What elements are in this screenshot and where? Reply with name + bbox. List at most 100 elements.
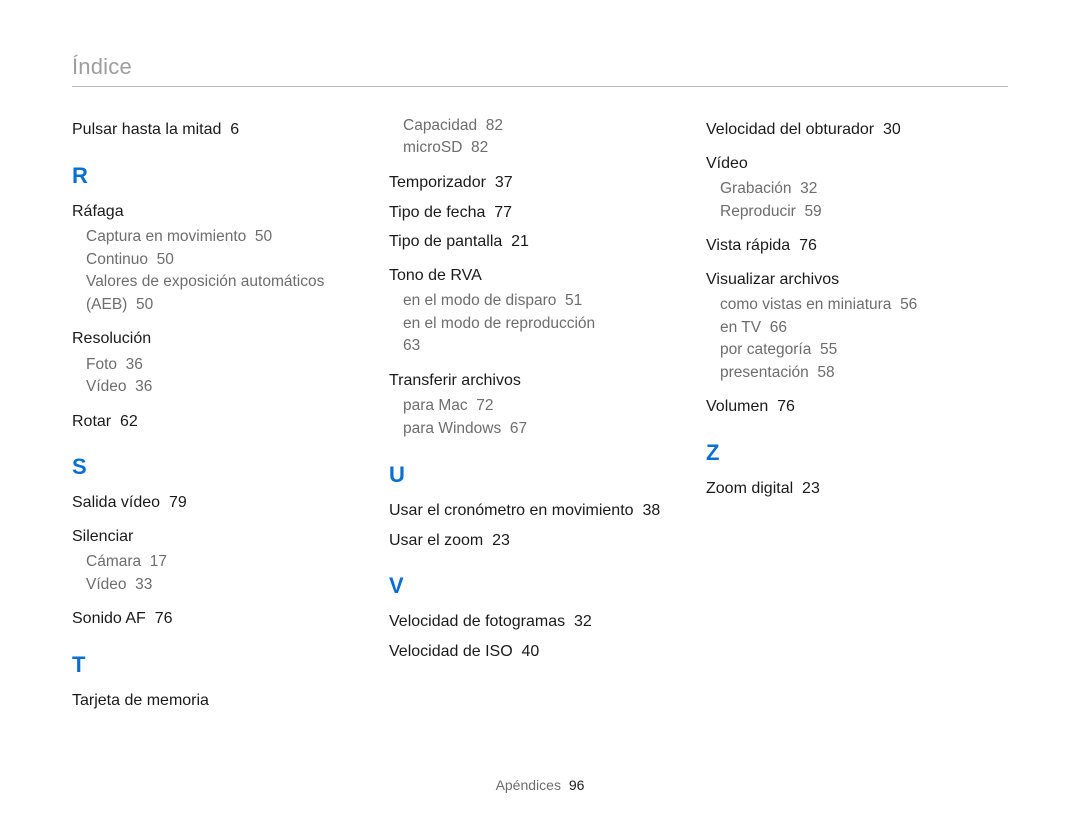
sub-text: en el modo de disparo (403, 292, 556, 309)
index-entry: Silenciar (72, 526, 347, 548)
sub-page: 56 (900, 296, 917, 313)
page-footer: Apéndices 96 (0, 777, 1080, 793)
section-letter-z: Z (706, 440, 981, 466)
index-subentry: microSD 82 (403, 137, 664, 159)
sub-page: 55 (820, 341, 837, 358)
sub-page: 59 (804, 203, 821, 220)
entry-text: Transferir archivos (389, 372, 521, 389)
entry-page: 76 (155, 610, 173, 627)
sub-page: 82 (471, 139, 488, 156)
column-1: Pulsar hasta la mitad 6 R Ráfaga Captura… (72, 111, 347, 724)
entry-page: 77 (494, 204, 512, 221)
entry-text: Tono de RVA (389, 267, 482, 284)
entry-text: Tipo de fecha (389, 204, 485, 221)
sub-text: Vídeo (86, 576, 127, 593)
index-entry: Pulsar hasta la mitad 6 (72, 119, 347, 141)
index-subentry: Foto 36 (86, 354, 347, 376)
entry-page: 23 (802, 480, 820, 497)
sub-text: por categoría (720, 341, 811, 358)
section-letter-u: U (389, 462, 664, 488)
entry-text: Volumen (706, 398, 768, 415)
index-subentry: Captura en movimiento 50 (86, 226, 347, 248)
sub-page: 82 (486, 117, 503, 134)
section-letter-v: V (389, 573, 664, 599)
sub-text: microSD (403, 139, 462, 156)
index-subentry: Vídeo 33 (86, 574, 347, 596)
sub-text: Valores de exposición automáticos (AEB) (86, 273, 324, 312)
sub-text: Reproducir (720, 203, 796, 220)
entry-text: Sonido AF (72, 610, 146, 627)
entry-text: Resolución (72, 330, 151, 347)
sub-text: como vistas en miniatura (720, 296, 891, 313)
index-entry: Visualizar archivos (706, 269, 981, 291)
footer-section: Apéndices (496, 777, 561, 793)
index-entry: Rotar 62 (72, 411, 347, 433)
sub-page: 67 (510, 420, 527, 437)
sub-page: 17 (150, 553, 167, 570)
section-letter-s: S (72, 454, 347, 480)
sub-page: 51 (565, 292, 582, 309)
entry-page: 30 (883, 121, 901, 138)
entry-text: Zoom digital (706, 480, 793, 497)
entry-page: 32 (574, 613, 592, 630)
sub-page: 50 (157, 251, 174, 268)
entry-page: 62 (120, 413, 138, 430)
entry-text: Velocidad de fotogramas (389, 613, 565, 630)
entry-text: Visualizar archivos (706, 271, 839, 288)
index-entry: Tipo de pantalla 21 (389, 231, 664, 253)
entry-text: Salida vídeo (72, 494, 160, 511)
index-subentry: para Windows 67 (403, 418, 664, 440)
index-subentry: Cámara 17 (86, 551, 347, 573)
entry-text: Velocidad del obturador (706, 121, 874, 138)
sub-page: 32 (800, 180, 817, 197)
entry-page: 23 (492, 532, 510, 549)
index-subentry: por categoría 55 (720, 339, 981, 361)
sub-text: Cámara (86, 553, 141, 570)
column-2: Capacidad 82 microSD 82 Temporizador 37 … (389, 111, 664, 724)
index-entry: Velocidad del obturador 30 (706, 119, 981, 141)
index-subentry: Vídeo 36 (86, 376, 347, 398)
entry-page: 21 (511, 233, 529, 250)
index-subentry: Reproducir 59 (720, 201, 981, 223)
entry-page: 38 (642, 502, 660, 519)
entry-text: Ráfaga (72, 203, 124, 220)
sub-text: en el modo de reproducción (403, 315, 595, 332)
sub-page: 36 (126, 356, 143, 373)
index-entry: Usar el zoom 23 (389, 530, 664, 552)
entry-page: 76 (799, 237, 817, 254)
index-entry: Volumen 76 (706, 396, 981, 418)
index-subentry: Valores de exposición automáticos (AEB) … (86, 271, 347, 316)
index-subentry: en el modo de disparo 51 (403, 290, 664, 312)
entry-text: Rotar (72, 413, 111, 430)
index-entry: Resolución (72, 328, 347, 350)
sub-text: en TV (720, 319, 761, 336)
entry-text: Silenciar (72, 528, 133, 545)
sub-page: 50 (255, 228, 272, 245)
sub-text: Captura en movimiento (86, 228, 246, 245)
sub-text: presentación (720, 364, 809, 381)
sub-text: Capacidad (403, 117, 477, 134)
page-title: Índice (72, 54, 132, 79)
entry-page: 37 (495, 174, 513, 191)
index-entry: Tarjeta de memoria (72, 690, 347, 712)
index-entry: Ráfaga (72, 201, 347, 223)
sub-text: Vídeo (86, 378, 127, 395)
entry-text: Temporizador (389, 174, 486, 191)
index-entry: Transferir archivos (389, 370, 664, 392)
index-entry: Velocidad de fotogramas 32 (389, 611, 664, 633)
index-entry: Sonido AF 76 (72, 608, 347, 630)
section-letter-r: R (72, 163, 347, 189)
index-entry: Vista rápida 76 (706, 235, 981, 257)
index-subentry: en el modo de reproducción63 (403, 313, 664, 358)
entry-page: 79 (169, 494, 187, 511)
sub-page: 66 (770, 319, 787, 336)
sub-text: Continuo (86, 251, 148, 268)
entry-page: 6 (230, 121, 239, 138)
index-subentry: Continuo 50 (86, 249, 347, 271)
index-entry: Tipo de fecha 77 (389, 202, 664, 224)
entry-text: Pulsar hasta la mitad (72, 121, 221, 138)
index-columns: Pulsar hasta la mitad 6 R Ráfaga Captura… (72, 111, 1008, 724)
index-subentry: en TV 66 (720, 317, 981, 339)
sub-page: 58 (817, 364, 834, 381)
index-entry: Usar el cronómetro en movimiento 38 (389, 500, 664, 522)
